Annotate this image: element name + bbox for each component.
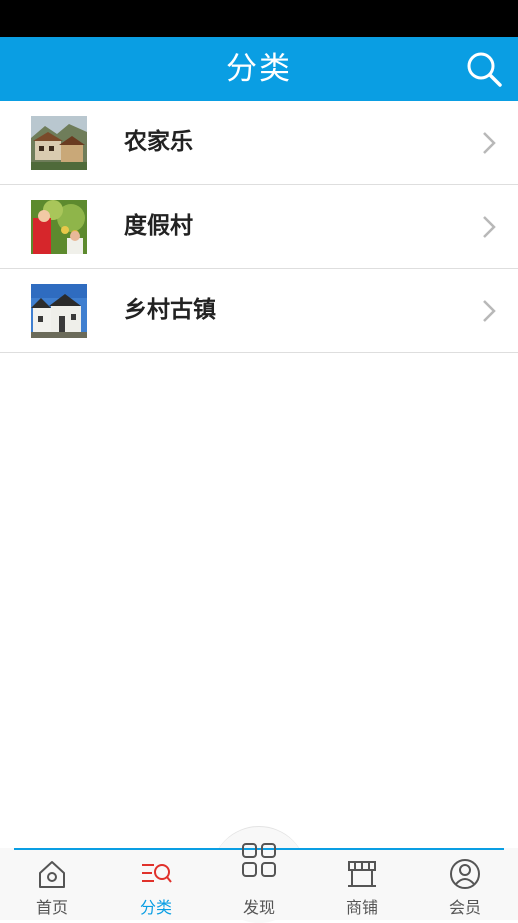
page-title: 分类 [226,51,292,87]
bottom-tab-bar: 首页 分类 发现 商铺 会员 [0,843,518,920]
category-list: 农家乐 度假村 乡村古镇 [0,101,518,353]
tab-home[interactable]: 首页 [2,848,102,920]
resort-thumbnail [31,200,87,254]
tab-label: 商铺 [345,898,378,917]
user-icon [450,859,480,889]
search-icon [467,52,502,87]
app-header: 分类 [0,37,518,101]
farmhouse-thumbnail [31,116,87,170]
category-row-resort[interactable]: 度假村 [0,185,518,269]
tab-member[interactable]: 会员 [415,848,515,920]
store-icon [348,861,376,887]
category-label: 度假村 [124,213,193,239]
tab-label: 发现 [242,898,275,917]
ancient-town-thumbnail [31,284,87,338]
status-bar [0,0,518,37]
tab-label: 会员 [448,898,481,917]
home-icon [39,861,65,888]
category-row-farmhouse[interactable]: 农家乐 [0,101,518,185]
chevron-right-icon [483,132,496,154]
search-button[interactable] [464,49,504,89]
tab-category[interactable]: 分类 [106,848,206,920]
category-search-icon [142,864,172,883]
chevron-right-icon [483,300,496,322]
grid-icon [242,843,276,877]
tab-store[interactable]: 商铺 [312,848,412,920]
tab-label: 分类 [139,898,172,917]
category-label: 农家乐 [124,129,193,155]
tab-discover[interactable]: 发现 [209,828,309,920]
category-row-ancient-town[interactable]: 乡村古镇 [0,269,518,353]
chevron-right-icon [483,216,496,238]
category-label: 乡村古镇 [124,297,216,323]
tab-label: 首页 [35,898,68,917]
